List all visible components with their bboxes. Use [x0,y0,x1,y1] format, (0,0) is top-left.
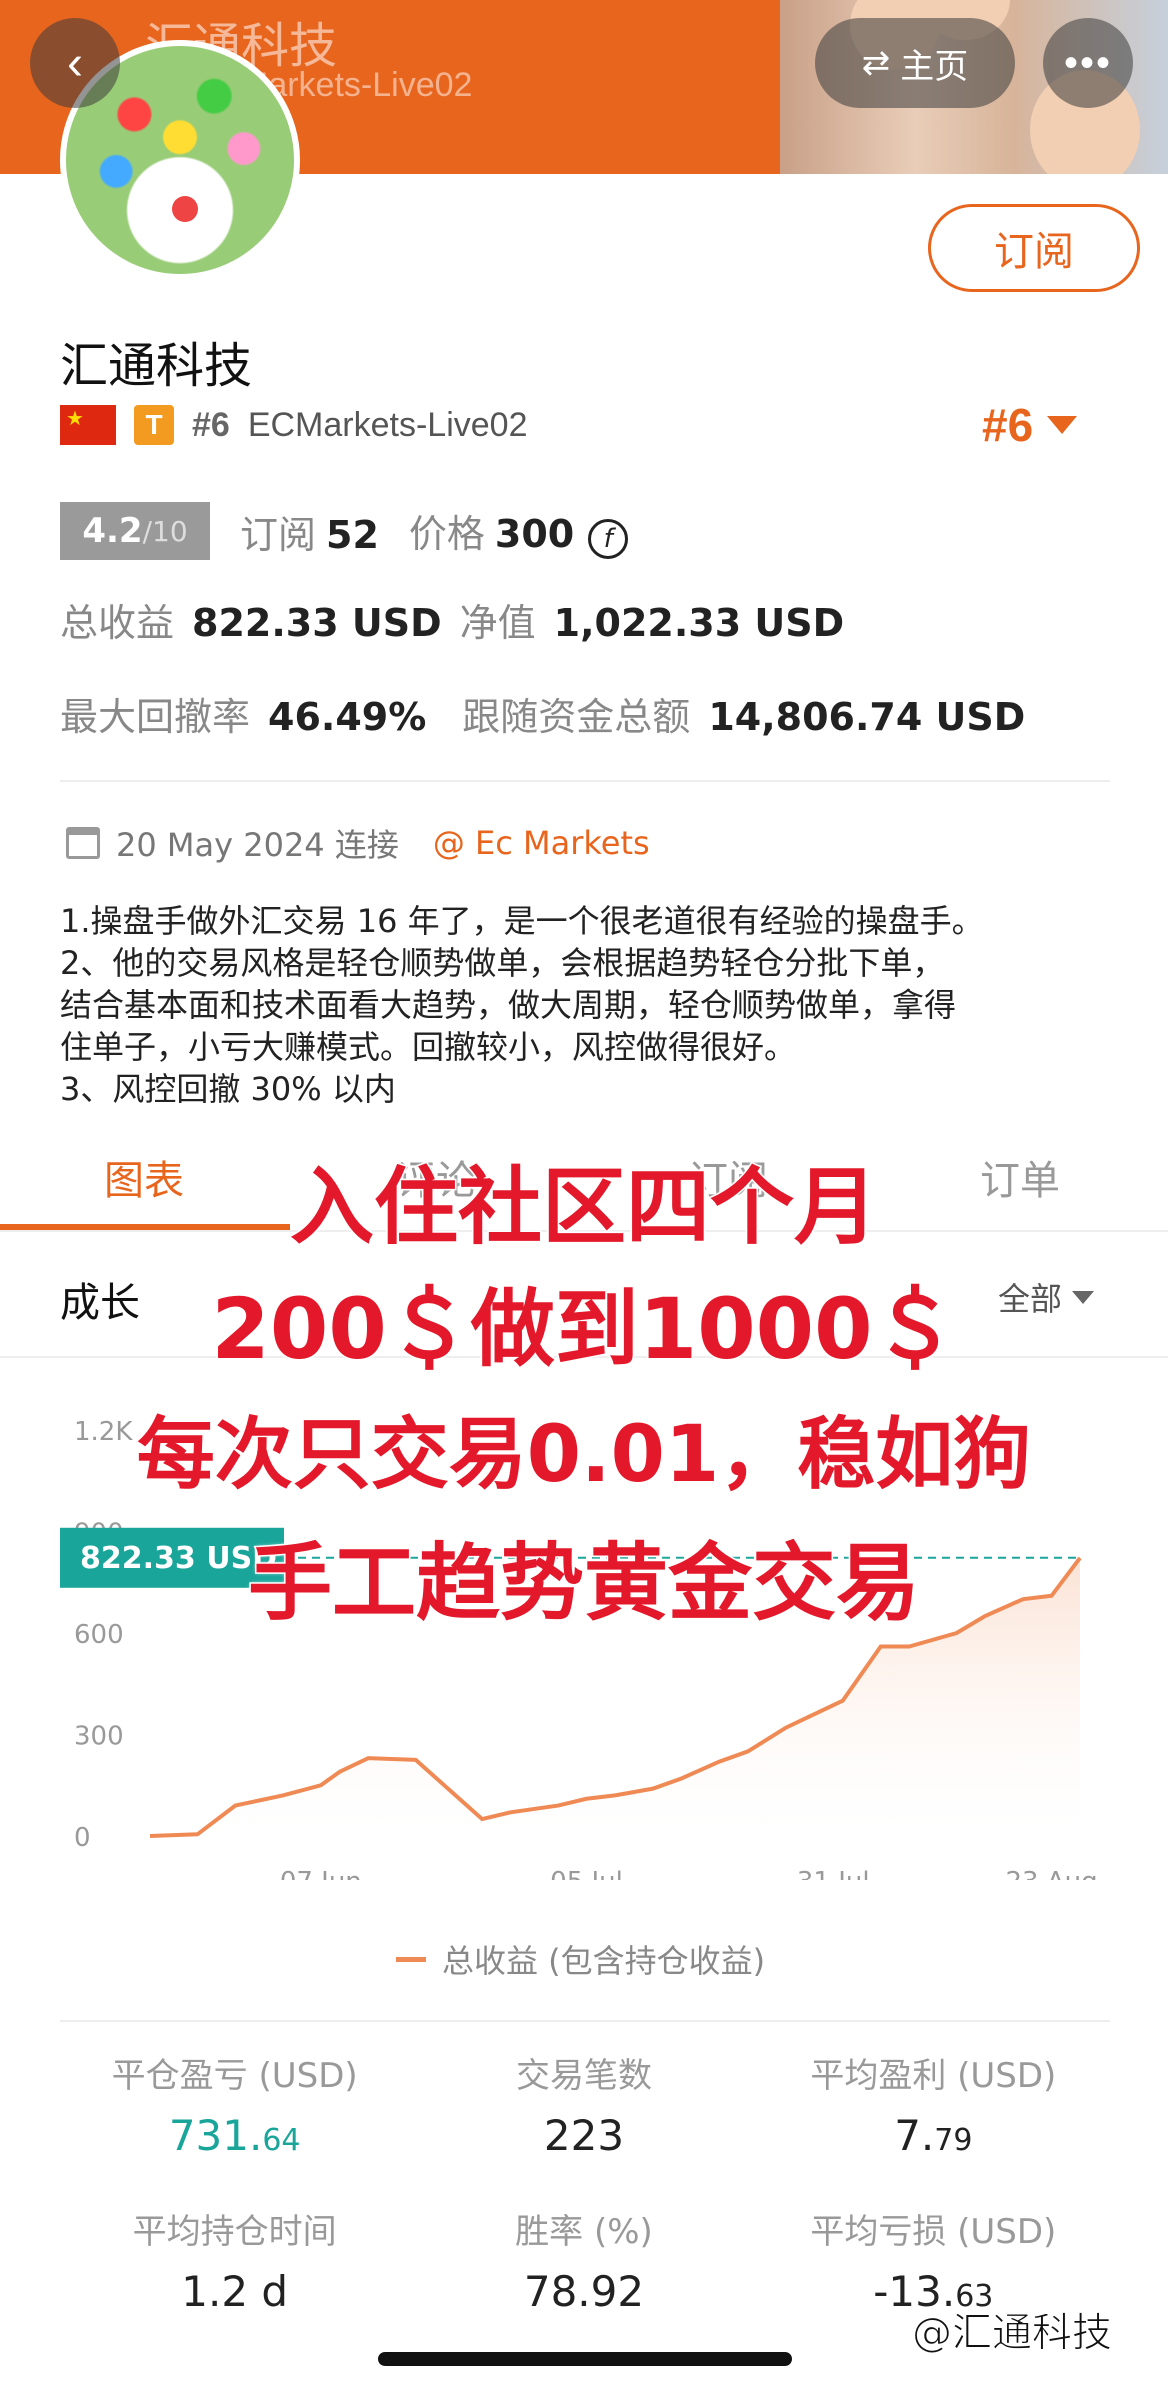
metric-label: 平均持仓时间 [132,2212,337,2252]
chevron-left-icon: ‹ [67,36,83,90]
price-value: 300 [494,512,575,556]
trader-meta-row: T #6 ECMarkets-Live02 [60,402,527,448]
metric-value: 1.2 d [181,2267,289,2316]
drawdown-row: 最大回撤率 46.49% 跟随资金总额 14,806.74 USD [60,695,1026,739]
metric-cell: 交易笔数 223 [409,2048,758,2160]
total-profit-value: 822.33 USD [192,601,442,645]
home-indicator[interactable] [378,2352,792,2366]
caret-down-icon [1047,416,1078,434]
more-button[interactable]: ••• [1043,18,1133,108]
home-button-label: 主页 [900,46,969,87]
metric-cell: 平仓盈亏 (USD) 731.64 [60,2048,409,2160]
overlay-caption: 每次只交易0.01，稳如狗 [135,1409,1032,1502]
max-drawdown-value: 46.49% [268,695,427,739]
metric-label: 平仓盈亏 (USD) [111,2056,358,2096]
swap-icon: ⇄ [861,43,891,83]
overlay-caption: 手工趋势黄金交易 [246,1533,921,1634]
x-tick-label: 05 Jul [550,1867,623,1880]
trader-description: 1.操盘手做外汇交易 16 年了，是一个很老道很有经验的操盘手。 2、他的交易风… [60,900,1120,1110]
overlay-caption: 入住社区四个月 [288,1157,879,1258]
back-button[interactable]: ‹ [30,18,120,108]
description-line: 3、风控回撤 30% 以内 [60,1070,396,1108]
joined-row: 20 May 2024 连接 @ Ec Markets [66,820,650,866]
broker-link[interactable]: @ Ec Markets [433,824,650,862]
legend-label: 总收益 (包含持仓收益) [442,1942,766,1980]
metric-value: 7.79 [894,2111,973,2160]
score-row: 4.2/10 订阅 52 价格 300 f [60,502,629,560]
score-max: /10 [142,514,188,548]
x-tick-label: 07 Jun [280,1867,362,1880]
more-dots-icon: ••• [1063,40,1112,85]
home-button[interactable]: ⇄ 主页 [815,18,1015,108]
rank-big-label: #6 [982,399,1034,451]
metric-label: 胜率 (%) [515,2212,653,2252]
price-stat: 价格 300 f [409,503,629,559]
score-badge: 4.2/10 [60,502,210,560]
metric-value: 731.64 [168,2111,301,2160]
divider [60,2020,1110,2022]
score-value: 4.2 [82,511,143,551]
metric-cell: 平均盈利 (USD) 7.79 [759,2048,1108,2160]
metric-cell: 胜率 (%) 78.92 [409,2204,758,2316]
metric-value: 223 [543,2111,625,2160]
trader-name: 汇通科技 [60,338,253,394]
watermark: @汇通科技 [912,2310,1113,2357]
x-tick-label: 23 Aug [1005,1867,1097,1880]
rank-small: #6 [192,405,230,444]
subscribe-button[interactable]: 订阅 [928,204,1140,292]
coin-icon: f [588,519,629,559]
description-line: 住单子，小亏大赚模式。回撤较小，风控做得很好。 [60,1028,797,1066]
rank-dropdown[interactable]: #6 [982,398,1078,452]
subscribers-value: 52 [326,512,379,557]
joined-date: 20 May 2024 连接 [116,826,399,864]
y-tick-label: 300 [74,1722,124,1752]
metric-value: 78.92 [523,2267,645,2316]
calendar-icon [66,827,100,859]
x-tick-label: 31 Jul [797,1867,870,1880]
description-line: 1.操盘手做外汇交易 16 年了，是一个很老道很有经验的操盘手。 [60,902,984,940]
metric-cell: 平均持仓时间 1.2 d [60,2204,409,2316]
legend-swatch [396,1956,426,1962]
metric-label: 平均亏损 (USD) [810,2212,1057,2252]
metrics-grid: 平仓盈亏 (USD) 731.64 交易笔数 223 平均盈利 (USD) 7.79 平均持… [60,2048,1108,2316]
y-tick-label: 0 [74,1823,91,1853]
follow-funds-value: 14,806.74 USD [708,695,1026,739]
equity-value: 1,022.33 USD [553,601,845,645]
chart-legend: 总收益 (包含持仓收益) [396,1936,765,1982]
metric-label: 平均盈利 (USD) [810,2056,1057,2096]
china-flag-icon [60,405,116,445]
description-line: 结合基本面和技术面看大趋势，做大周期，轻仓顺势做单，拿得 [60,986,957,1024]
metric-label: 交易笔数 [515,2056,652,2096]
description-line: 2、他的交易风格是轻仓顺势做单，会根据趋势轻仓分批下单， [60,944,945,982]
profit-row: 总收益 822.33 USD 净值 1,022.33 USD [60,601,845,645]
trader-type-badge: T [134,405,174,445]
overlay-caption: 200＄做到1000＄ [210,1279,958,1380]
subscribers-stat: 订阅 52 [240,512,379,557]
account-name: ECMarkets-Live02 [247,405,528,444]
divider [60,780,1110,782]
